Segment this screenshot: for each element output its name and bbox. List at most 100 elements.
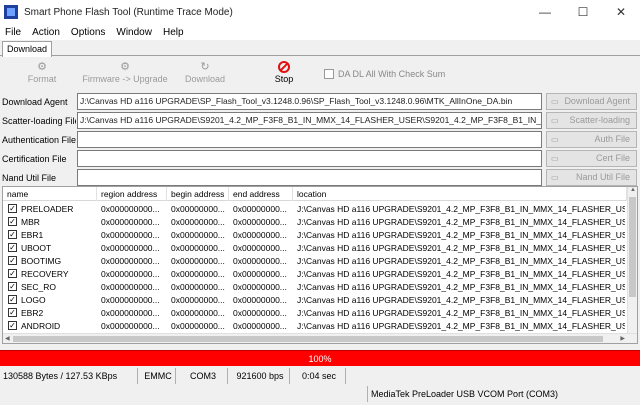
nand-util-button[interactable]: ▭ Nand Util File <box>546 169 637 186</box>
download-label: Download <box>184 74 226 84</box>
download-agent-label: Download Agent <box>2 97 68 107</box>
status-port: COM3 <box>176 368 228 384</box>
auth-file-label: Authentication File <box>2 135 76 145</box>
download-agent-row: Download Agent J:\Canvas HD a116 UPGRADE… <box>0 92 640 111</box>
table-row[interactable]: ✓ LOGO 0x000000000... 0x00000000... 0x000000… <box>3 294 627 306</box>
menu-window[interactable]: Window <box>111 27 158 38</box>
table-row[interactable]: ✓ EBR2 0x000000000... 0x00000000... 0x000000… <box>3 307 627 319</box>
auth-file-button[interactable]: ▭ Auth File <box>546 131 637 148</box>
nand-util-button-label: Nand Util File <box>575 172 630 182</box>
firmware-upgrade-button[interactable]: ⚙ Firmware -> Upgrade <box>80 60 170 90</box>
maximize-button[interactable]: ☐ <box>564 0 602 24</box>
table-row[interactable]: ✓ SEC_RO 0x000000000... 0x00000000... 0x0000… <box>3 281 627 293</box>
cell-location: J:\Canvas HD a116 UPGRADE\S9201_4.2_MP_F… <box>297 295 625 305</box>
cell-begin-address: 0x00000000... <box>171 256 225 266</box>
status-spacer <box>0 386 368 402</box>
progress-text: 100% <box>308 354 332 364</box>
cell-begin-address: 0x00000000... <box>171 295 225 305</box>
cell-region-address: 0x000000000... <box>101 269 160 279</box>
folder-icon: ▭ <box>551 173 559 182</box>
cell-region-address: 0x000000000... <box>101 256 160 266</box>
window-title: Smart Phone Flash Tool (Runtime Trace Mo… <box>24 6 233 18</box>
download-agent-field[interactable]: J:\Canvas HD a116 UPGRADE\SP_Flash_Tool_… <box>77 93 542 110</box>
table-row[interactable]: ✓ BOOTIMG 0x000000000... 0x00000000... 0x000… <box>3 255 627 267</box>
cell-begin-address: 0x00000000... <box>171 269 225 279</box>
cell-location: J:\Canvas HD a116 UPGRADE\S9201_4.2_MP_F… <box>297 269 625 279</box>
column-location[interactable]: location <box>293 187 627 201</box>
cell-begin-address: 0x00000000... <box>171 282 225 292</box>
folder-icon: ▭ <box>551 154 559 163</box>
row-checkbox[interactable]: ✓ <box>8 256 17 265</box>
scroll-up-icon[interactable]: ▲ <box>630 187 636 193</box>
cell-name: EBR2 <box>21 308 44 318</box>
cell-begin-address: 0x00000000... <box>171 308 225 318</box>
cell-location: J:\Canvas HD a116 UPGRADE\S9201_4.2_MP_F… <box>297 204 625 214</box>
cell-location: J:\Canvas HD a116 UPGRADE\S9201_4.2_MP_F… <box>297 321 625 331</box>
column-end-address[interactable]: end address <box>229 187 293 201</box>
cell-begin-address: 0x00000000... <box>171 321 225 331</box>
table-row[interactable]: ✓ MBR 0x000000000... 0x00000000... 0x0000000… <box>3 216 627 228</box>
column-region-address[interactable]: region address <box>97 187 167 201</box>
menu-action[interactable]: Action <box>27 27 66 38</box>
cell-name: UBOOT <box>21 243 52 253</box>
cert-file-button[interactable]: ▭ Cert File <box>546 150 637 167</box>
stop-button[interactable]: Stop <box>264 60 304 90</box>
table-row[interactable]: ✓ UBOOT 0x000000000... 0x00000000... 0x00000… <box>3 242 627 254</box>
nand-util-field[interactable] <box>77 169 542 186</box>
download-agent-button[interactable]: ▭ Download Agent <box>546 93 637 110</box>
da-dl-all-checkbox[interactable]: DA DL All With Check Sum <box>324 69 445 79</box>
table-header: name region address begin address end ad… <box>3 187 637 201</box>
row-checkbox[interactable]: ✓ <box>8 230 17 239</box>
format-button[interactable]: ⚙ Format <box>14 60 70 90</box>
row-checkbox[interactable]: ✓ <box>8 243 17 252</box>
cell-begin-address: 0x00000000... <box>171 204 225 214</box>
scatter-loading-button-label: Scatter-loading <box>569 115 630 125</box>
row-checkbox[interactable]: ✓ <box>8 308 17 317</box>
download-button[interactable]: ↻ Download <box>178 60 232 90</box>
row-checkbox[interactable]: ✓ <box>8 282 17 291</box>
tab-download[interactable]: Download <box>2 41 53 57</box>
cell-region-address: 0x000000000... <box>101 295 160 305</box>
cell-location: J:\Canvas HD a116 UPGRADE\S9201_4.2_MP_F… <box>297 230 625 240</box>
menu-options[interactable]: Options <box>66 27 111 38</box>
column-name[interactable]: name <box>3 187 97 201</box>
scatter-loading-label: Scatter-loading File <box>2 116 76 126</box>
horizontal-scrollbar[interactable]: ◀ ▶ <box>3 333 637 343</box>
cell-region-address: 0x000000000... <box>101 243 160 253</box>
cell-region-address: 0x000000000... <box>101 230 160 240</box>
tab-strip: Download <box>0 40 640 57</box>
scatter-loading-field[interactable]: J:\Canvas HD a116 UPGRADE\S9201_4.2_MP_F… <box>77 112 542 129</box>
horizontal-scroll-thumb[interactable] <box>13 336 603 342</box>
row-checkbox[interactable]: ✓ <box>8 295 17 304</box>
folder-icon: ▭ <box>551 135 559 144</box>
table-row[interactable]: ✓ RECOVERY 0x000000000... 0x00000000... 0x00… <box>3 268 627 280</box>
vertical-scrollbar[interactable]: ▲ <box>627 187 637 333</box>
table-row[interactable]: ✓ PRELOADER 0x000000000... 0x00000000... 0x0… <box>3 203 627 215</box>
menu-help[interactable]: Help <box>158 27 190 38</box>
auth-file-field[interactable] <box>77 131 542 148</box>
row-checkbox[interactable]: ✓ <box>8 269 17 278</box>
vertical-scroll-thumb[interactable] <box>629 197 636 297</box>
cell-end-address: 0x00000000... <box>233 204 287 214</box>
minimize-button[interactable]: — <box>526 0 564 24</box>
cert-file-field[interactable] <box>77 150 542 167</box>
cell-end-address: 0x00000000... <box>233 217 287 227</box>
cert-file-button-label: Cert File <box>595 153 630 163</box>
table-row[interactable]: ✓ EBR1 0x000000000... 0x00000000... 0x000000… <box>3 229 627 241</box>
scroll-right-icon[interactable]: ▶ <box>620 335 625 342</box>
close-button[interactable]: ✕ <box>602 0 640 24</box>
app-icon <box>4 5 18 19</box>
cell-end-address: 0x00000000... <box>233 295 287 305</box>
row-checkbox[interactable]: ✓ <box>8 204 17 213</box>
cell-name: SEC_RO <box>21 282 56 292</box>
column-begin-address[interactable]: begin address <box>167 187 229 201</box>
scatter-loading-button[interactable]: ▭ Scatter-loading <box>546 112 637 129</box>
status-bar: 130588 Bytes / 127.53 KBps EMMC COM3 921… <box>0 368 640 384</box>
table-row[interactable]: ✓ ANDROID 0x000000000... 0x00000000... 0x000… <box>3 320 627 332</box>
row-checkbox[interactable]: ✓ <box>8 321 17 330</box>
toolbar: ⚙ Format ⚙ Firmware -> Upgrade ↻ Downloa… <box>0 57 640 91</box>
scroll-left-icon[interactable]: ◀ <box>5 335 10 342</box>
cell-name: EBR1 <box>21 230 44 240</box>
row-checkbox[interactable]: ✓ <box>8 217 17 226</box>
menu-file[interactable]: File <box>0 27 27 38</box>
